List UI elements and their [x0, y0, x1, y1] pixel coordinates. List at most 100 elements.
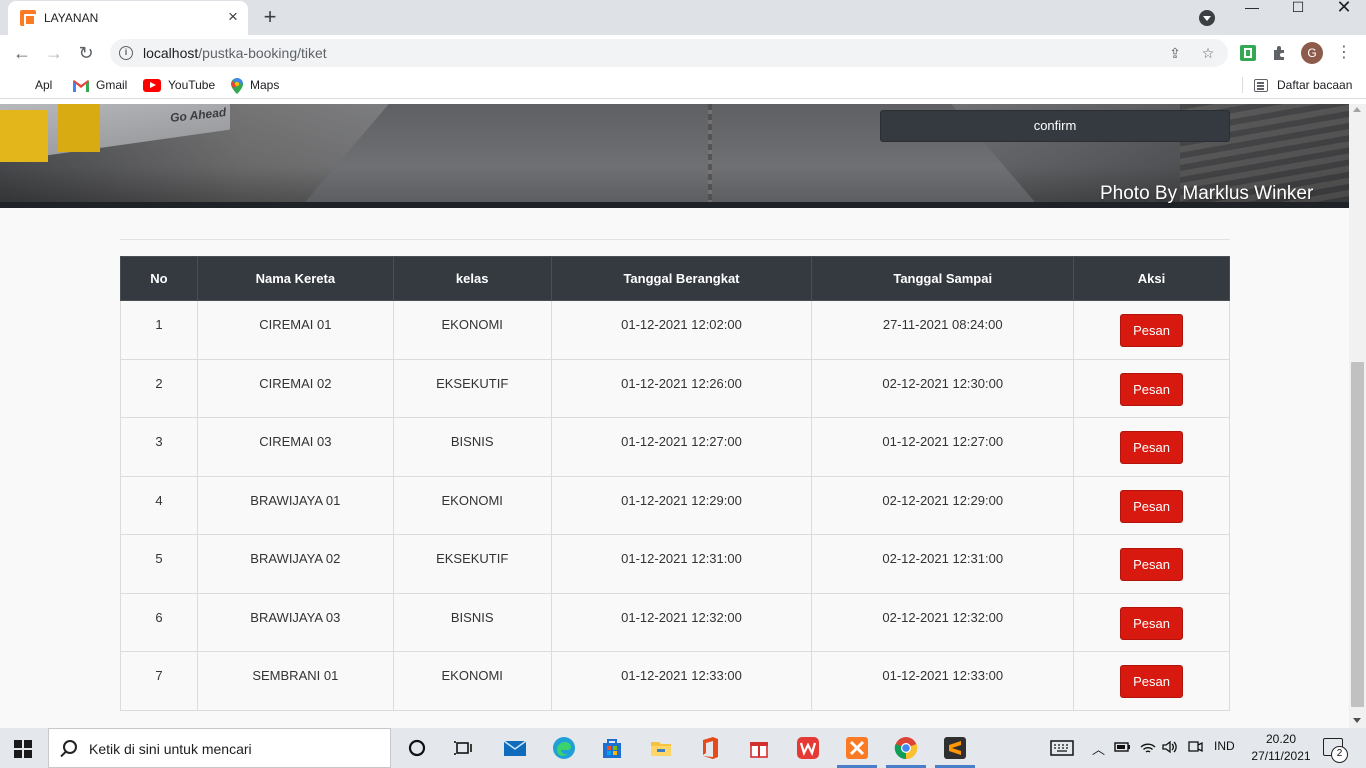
hero-banner-image: Go Ahead confirm Photo By Marklus Winker	[0, 104, 1349, 208]
address-bar[interactable]: i localhost/pustka-booking/tiket ⇪ ☆	[110, 39, 1228, 67]
table-row: 1 CIREMAI 01 EKONOMI 01-12-2021 12:02:00…	[120, 300, 1230, 360]
chrome-icon[interactable]	[894, 736, 918, 760]
close-window-icon[interactable]: ✕	[1321, 0, 1366, 30]
xampp-icon[interactable]	[845, 736, 869, 760]
pesan-button[interactable]: Pesan	[1120, 372, 1184, 406]
url-text[interactable]: localhost/pustka-booking/tiket	[143, 45, 327, 61]
minimize-window-icon[interactable]: —	[1229, 0, 1275, 30]
windows-taskbar: Ketik di sini untuk mencari ︿ IND 20.20 …	[0, 728, 1366, 768]
bookmark-gmail[interactable]: Gmail	[73, 77, 127, 93]
keyboard-icon[interactable]	[1050, 738, 1074, 762]
pesan-button[interactable]: Pesan	[1120, 548, 1184, 581]
battery-icon[interactable]	[1114, 740, 1138, 764]
back-arrow-icon[interactable]: ←	[10, 41, 34, 65]
pesan-button[interactable]: Pesan	[1120, 489, 1184, 523]
url-host: localhost	[143, 45, 199, 61]
pesan-button[interactable]: Pesan	[1120, 606, 1184, 640]
close-tab-icon[interactable]: ×	[224, 8, 242, 26]
taskbar-clock[interactable]: 20.20 27/11/2021	[1246, 731, 1316, 765]
reload-icon[interactable]: ↻	[74, 41, 98, 65]
bookmark-youtube[interactable]: YouTube	[143, 77, 215, 93]
confirm-button[interactable]: confirm	[880, 110, 1230, 142]
pesan-button[interactable]: Pesan	[1120, 665, 1184, 698]
cell-aksi: Pesan	[1073, 651, 1230, 711]
scrollbar-thumb[interactable]	[1351, 362, 1364, 707]
divider	[120, 239, 1230, 240]
bookmark-star-icon[interactable]: ☆	[1200, 45, 1216, 61]
column-header-aksi: Aksi	[1073, 256, 1230, 301]
browser-tab-strip: LAYANAN × + — ☐ ✕	[0, 0, 1366, 35]
reading-list-button[interactable]: Daftar bacaan	[1254, 77, 1352, 93]
site-info-icon[interactable]: i	[119, 46, 133, 60]
pesan-button[interactable]: Pesan	[1120, 314, 1184, 347]
cell-tanggal-sampai: 02-12-2021 12:29:00	[811, 475, 1075, 535]
tab-search-icon[interactable]	[1199, 10, 1215, 26]
table-row: 3 CIREMAI 03 BISNIS 01-12-2021 12:27:00 …	[120, 417, 1230, 477]
show-hidden-icons-chevron-icon[interactable]: ︿	[1092, 739, 1105, 758]
forward-arrow-icon[interactable]: →	[42, 41, 66, 65]
table-header-row: No Nama Kereta kelas Tanggal Berangkat T…	[120, 256, 1230, 301]
cell-tanggal-sampai: 01-12-2021 12:27:00	[811, 417, 1075, 477]
hero-train-door	[58, 104, 100, 152]
reading-list-label: Daftar bacaan	[1277, 78, 1353, 92]
profile-avatar[interactable]: G	[1301, 42, 1323, 64]
bookmark-label: YouTube	[168, 78, 216, 92]
cell-aksi: Pesan	[1073, 475, 1230, 535]
scroll-up-arrow-icon[interactable]	[1353, 107, 1361, 112]
bookmark-label: Gmail	[96, 78, 128, 92]
pesan-button[interactable]: Pesan	[1120, 431, 1184, 464]
wifi-icon[interactable]	[1139, 739, 1163, 763]
file-explorer-icon[interactable]	[649, 736, 673, 760]
cell-tanggal-berangkat: 01-12-2021 12:33:00	[550, 651, 813, 711]
store-icon[interactable]	[600, 736, 624, 760]
office-icon[interactable]	[698, 736, 722, 760]
cell-nama-kereta: BRAWIJAYA 02	[196, 534, 394, 594]
cell-no: 4	[120, 475, 198, 535]
reading-list-icon	[1254, 79, 1268, 93]
input-language[interactable]: IND	[1214, 739, 1235, 753]
table-row: 5 BRAWIJAYA 02 EKSEKUTIF 01-12-2021 12:3…	[120, 534, 1230, 594]
chrome-menu-icon[interactable]: ⋮	[1336, 43, 1352, 63]
cell-tanggal-berangkat: 01-12-2021 12:29:00	[550, 475, 813, 535]
share-icon[interactable]: ⇪	[1167, 45, 1183, 61]
cell-no: 5	[120, 534, 198, 594]
taskbar-search-box[interactable]: Ketik di sini untuk mencari	[48, 728, 391, 768]
meet-now-icon[interactable]	[1186, 739, 1210, 763]
url-path: /pustka-booking/tiket	[198, 45, 327, 61]
cell-kelas: EKONOMI	[392, 475, 552, 535]
cell-nama-kereta: BRAWIJAYA 01	[196, 475, 394, 535]
hero-platform-seam	[708, 104, 712, 208]
bookmark-apps[interactable]: Apl	[14, 77, 52, 93]
bookmarks-divider	[1242, 77, 1243, 93]
maximize-window-icon[interactable]: ☐	[1275, 0, 1321, 30]
windows-start-icon[interactable]	[14, 740, 32, 758]
table-row: 4 BRAWIJAYA 01 EKONOMI 01-12-2021 12:29:…	[120, 475, 1230, 535]
scroll-down-arrow-icon[interactable]	[1353, 718, 1361, 723]
tab-title: LAYANAN	[44, 11, 99, 25]
browser-tab-layanan[interactable]: LAYANAN ×	[8, 1, 248, 35]
taskbar-search-placeholder: Ketik di sini untuk mencari	[89, 741, 252, 757]
bookmarks-bar: Apl Gmail YouTube Maps Daftar bacaan	[0, 71, 1366, 99]
extensions-puzzle-icon[interactable]	[1270, 43, 1290, 63]
cell-tanggal-berangkat: 01-12-2021 12:27:00	[550, 417, 813, 477]
cell-kelas: EKSEKUTIF	[392, 534, 552, 594]
task-view-icon[interactable]	[452, 736, 476, 760]
sublime-text-icon[interactable]	[943, 736, 967, 760]
new-tab-icon[interactable]: +	[258, 5, 282, 29]
gift-icon[interactable]	[747, 736, 771, 760]
cell-nama-kereta: CIREMAI 03	[196, 417, 394, 477]
cell-aksi: Pesan	[1073, 417, 1230, 477]
edge-icon[interactable]	[552, 736, 576, 760]
volume-icon[interactable]	[1161, 739, 1185, 763]
bookmark-maps[interactable]: Maps	[231, 77, 279, 94]
cortana-icon[interactable]	[405, 736, 429, 760]
page-scrollbar[interactable]	[1349, 104, 1366, 728]
column-header-kelas: kelas	[392, 256, 552, 301]
extension-icon[interactable]	[1238, 43, 1258, 63]
wps-office-icon[interactable]	[796, 736, 820, 760]
cell-tanggal-berangkat: 01-12-2021 12:31:00	[550, 534, 813, 594]
cell-no: 1	[120, 300, 198, 360]
cell-no: 6	[120, 592, 198, 652]
mail-icon[interactable]	[503, 736, 527, 760]
browser-toolbar: ← → ↻ i localhost/pustka-booking/tiket ⇪…	[0, 35, 1366, 71]
